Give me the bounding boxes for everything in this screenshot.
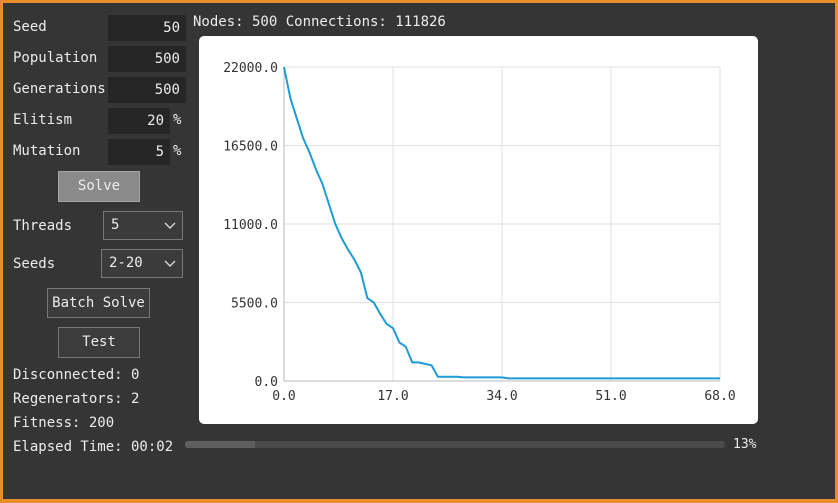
solve-button[interactable]: Solve (58, 171, 140, 202)
seeds-value: 2-20 (109, 255, 143, 271)
threads-select[interactable]: 5 (103, 211, 183, 240)
x-tick-label: 34.0 (486, 389, 517, 404)
test-button[interactable]: Test (58, 327, 140, 358)
seeds-label: Seeds (13, 256, 56, 272)
app-window: Seed 50 Population 500 Generations 500 E… (3, 3, 835, 499)
mutation-unit: % (173, 143, 182, 159)
fitness-chart: 0.0 5500.0 11000.0 16500.0 22000.0 0.0 17.0 34.… (199, 36, 758, 424)
x-tick-label: 17.0 (377, 389, 408, 404)
elitism-unit: % (173, 112, 182, 128)
regenerators-stat: Regenerators: 2 (13, 391, 140, 407)
elitism-field[interactable]: 20 (108, 108, 170, 134)
seed-label: Seed (13, 19, 47, 35)
graph-stats-header: Nodes: 500 Connections: 111826 (193, 14, 446, 30)
batch-solve-button[interactable]: Batch Solve (47, 288, 150, 318)
progress-percent: 13% (733, 437, 757, 452)
population-field[interactable]: 500 (108, 46, 186, 72)
x-tick-label: 51.0 (595, 389, 626, 404)
fitness-chart-svg: 0.0 5500.0 11000.0 16500.0 22000.0 0.0 17.0 34.… (223, 61, 735, 404)
chevron-down-icon (164, 250, 176, 287)
y-tick-label: 5500.0 (231, 297, 278, 312)
threads-label: Threads (13, 218, 73, 234)
seed-field[interactable]: 50 (108, 15, 186, 41)
y-tick-label: 0.0 (255, 375, 278, 390)
elapsed-time-stat: Elapsed Time: 00:02 (13, 439, 174, 455)
x-tick-label: 68.0 (704, 389, 735, 404)
y-tick-label: 22000.0 (223, 61, 278, 76)
seeds-select[interactable]: 2-20 (101, 249, 183, 278)
elitism-label: Elitism (13, 112, 73, 128)
progress-fill (185, 441, 256, 448)
x-tick-label: 0.0 (272, 389, 295, 404)
fitness-stat: Fitness: 200 (13, 415, 115, 431)
progress-bar (185, 441, 725, 448)
y-tick-label: 11000.0 (223, 218, 278, 233)
mutation-field[interactable]: 5 (108, 139, 170, 165)
population-label: Population (13, 50, 98, 66)
disconnected-stat: Disconnected: 0 (13, 367, 140, 383)
threads-value: 5 (111, 217, 120, 233)
y-tick-label: 16500.0 (223, 140, 278, 155)
generations-field[interactable]: 500 (108, 77, 186, 103)
generations-label: Generations (13, 81, 106, 97)
mutation-label: Mutation (13, 143, 81, 159)
chevron-down-icon (164, 212, 176, 249)
